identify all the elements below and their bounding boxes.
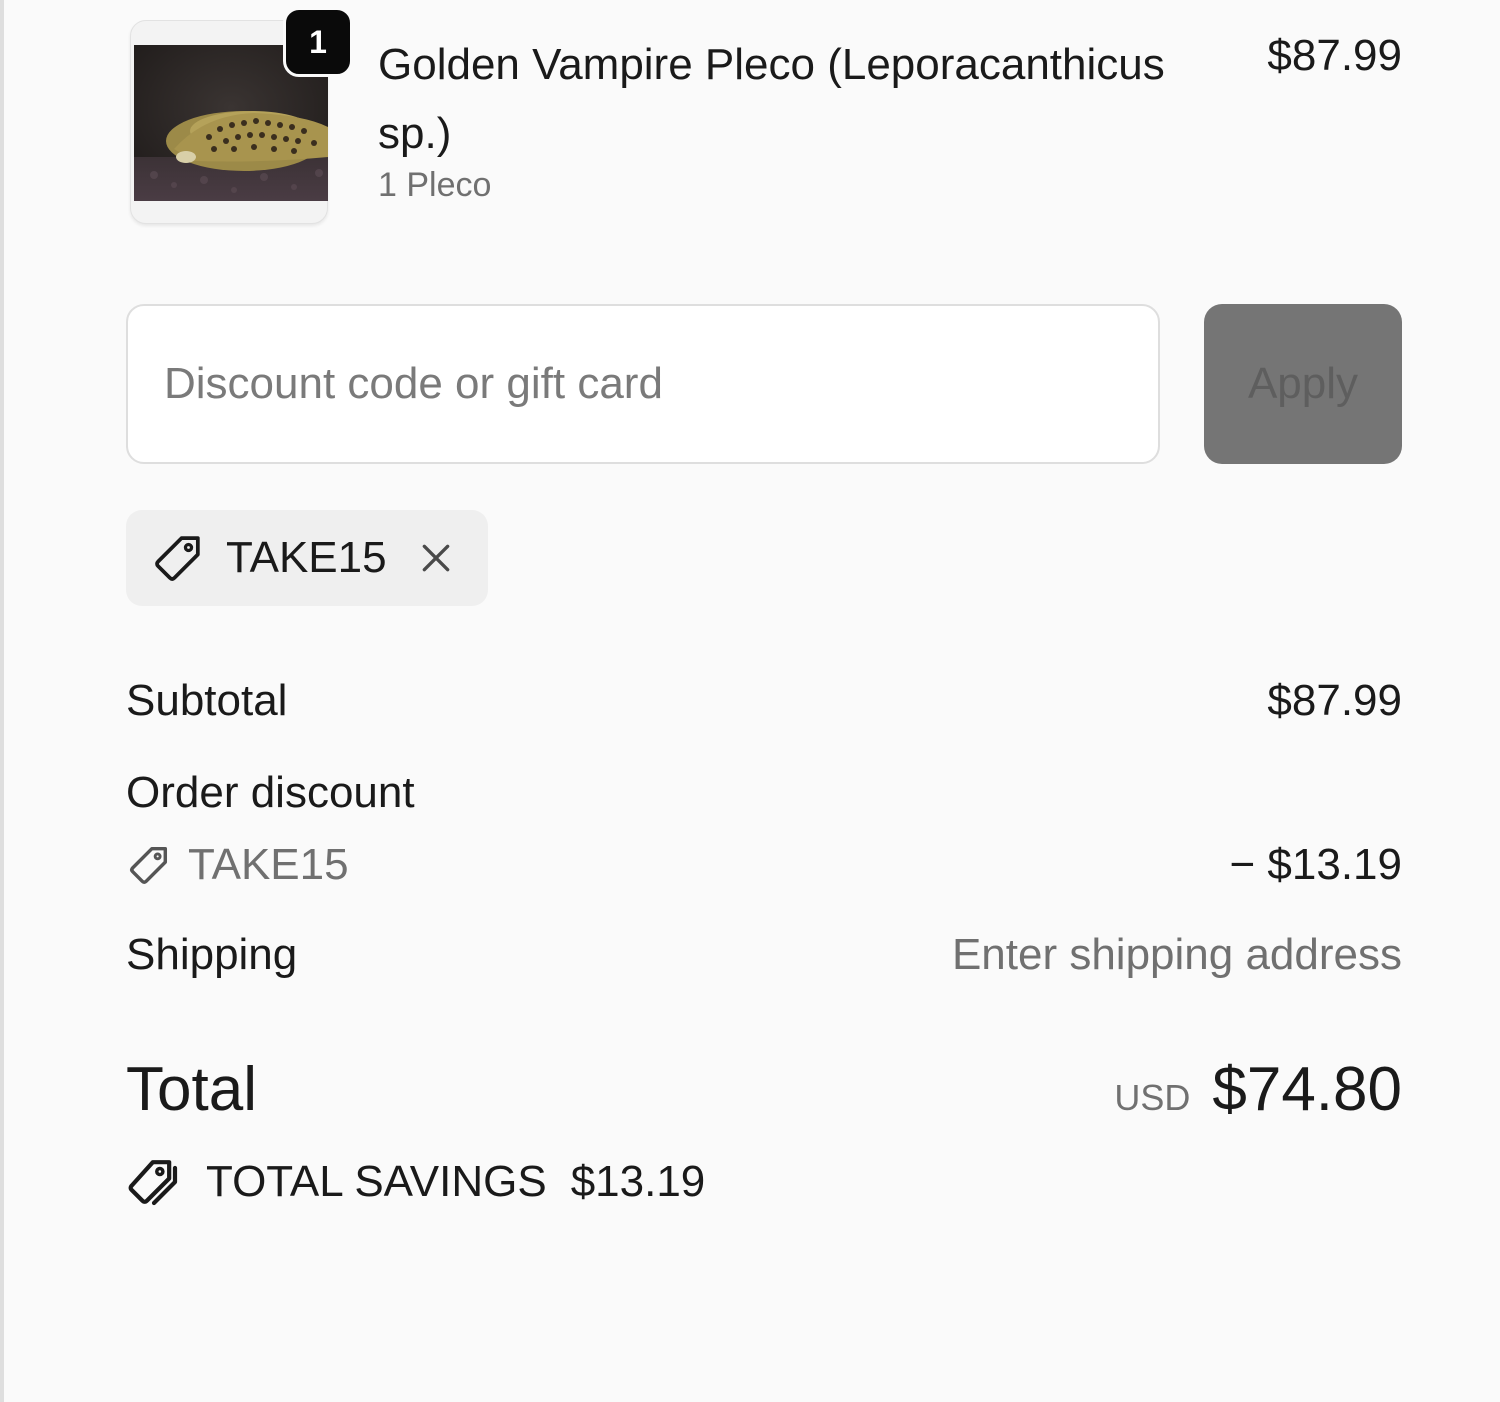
- applied-discount-code: TAKE15: [226, 533, 387, 582]
- total-value: $74.80: [1212, 1055, 1402, 1124]
- total-savings-label: TOTAL SAVINGS: [206, 1157, 547, 1206]
- subtotal-label: Subtotal: [126, 676, 288, 725]
- subtotal-row: Subtotal $87.99: [126, 676, 1402, 726]
- discount-code-row: TAKE15 − $13.19: [126, 840, 1402, 890]
- product-variant: 1 Pleco: [378, 166, 492, 204]
- discount-code-label: TAKE15: [188, 840, 349, 889]
- shipping-row: Shipping Enter shipping address: [126, 930, 1402, 980]
- double-tag-icon: [128, 1160, 178, 1206]
- sidebar-divider: [0, 0, 4, 1402]
- discount-code-input[interactable]: [126, 304, 1160, 464]
- order-discount-label: Order discount: [126, 768, 415, 817]
- order-summary: 1 Golden Vampire Pleco (Leporacanthicus …: [126, 0, 1402, 1402]
- total-row: Total USD $74.80: [126, 1052, 1402, 1132]
- quantity-badge: 1: [283, 7, 353, 77]
- product-price: $87.99: [1267, 31, 1402, 80]
- discount-value: − $13.19: [1229, 840, 1403, 889]
- total-label: Total: [126, 1055, 257, 1124]
- shipping-value: Enter shipping address: [951, 930, 1402, 979]
- product-title: Golden Vampire Pleco (Leporacanthicus sp…: [378, 40, 1165, 158]
- apply-discount-button[interactable]: Apply: [1204, 304, 1402, 464]
- close-icon: [422, 544, 449, 572]
- subtotal-value: $87.99: [1267, 676, 1402, 725]
- applied-discount-chip: TAKE15: [126, 510, 488, 606]
- shipping-label: Shipping: [126, 930, 298, 979]
- total-savings: TOTAL SAVINGS $13.19: [126, 1154, 705, 1210]
- total-value-wrap: USD $74.80: [1114, 1052, 1402, 1128]
- order-discount-row: Order discount: [126, 768, 1402, 818]
- total-savings-value: $13.19: [570, 1157, 706, 1206]
- discount-code-wrap: TAKE15: [126, 840, 1402, 890]
- tag-icon: [130, 846, 168, 884]
- remove-discount-button[interactable]: [415, 537, 457, 579]
- product-line-item: 1 Golden Vampire Pleco (Leporacanthicus …: [126, 7, 1402, 228]
- product-thumbnail: 1: [130, 7, 353, 224]
- currency-code: USD: [1114, 1077, 1191, 1118]
- tag-icon: [155, 536, 200, 581]
